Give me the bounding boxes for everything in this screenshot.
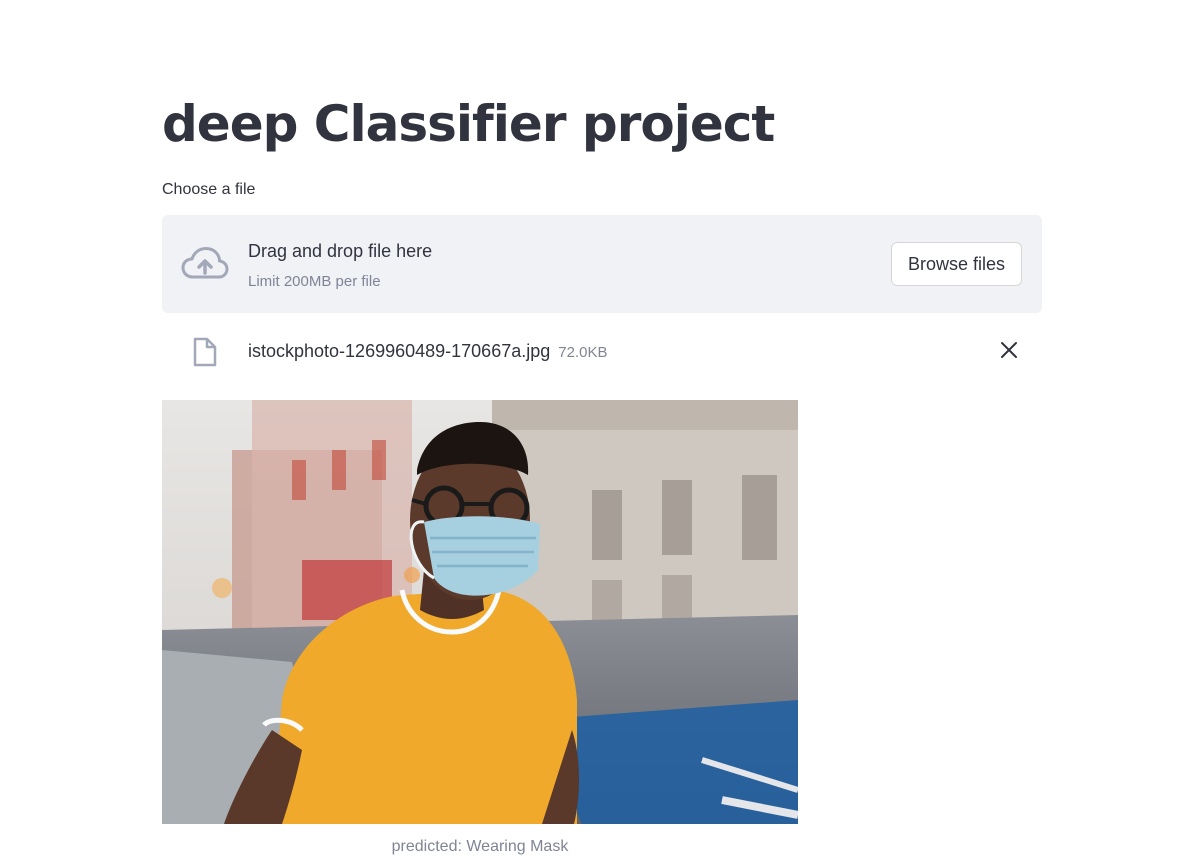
dropzone-limit: Limit 200MB per file (248, 273, 381, 290)
cloud-upload-icon (181, 247, 229, 279)
file-icon (193, 337, 217, 367)
image-caption: predicted: Wearing Mask (391, 838, 569, 855)
dropzone-instruction: Drag and drop file here (248, 241, 433, 261)
close-icon[interactable] (998, 339, 1020, 361)
file-dropzone[interactable]: Drag and drop file here Limit 200MB per … (162, 215, 1042, 313)
file-uploader-label: Choose a file (162, 181, 256, 198)
file-name: istockphoto-1269960489-170667a.jpg 72.0KB (248, 341, 607, 362)
file-name-text: istockphoto-1269960489-170667a.jpg (248, 341, 551, 361)
page-title: deep Classifier project (162, 95, 775, 153)
uploaded-file-row: istockphoto-1269960489-170667a.jpg 72.0KB (162, 325, 1042, 375)
browse-files-button[interactable]: Browse files (890, 242, 1022, 286)
uploaded-photo (162, 400, 798, 824)
file-size: 72.0KB (558, 344, 608, 361)
